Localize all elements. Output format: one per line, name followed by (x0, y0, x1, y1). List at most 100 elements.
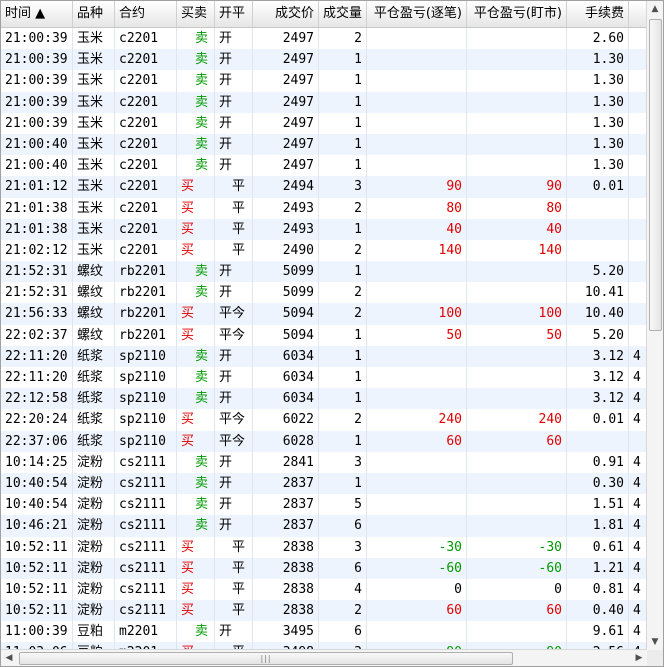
cell-product: 玉米 (73, 133, 115, 156)
table-row[interactable]: 10:52:11 淀粉 cs2111 买平 2838 3 -30 -30 0.61 4 (1, 536, 647, 558)
table-row[interactable]: 21:01:38 玉米 c2201 买平 2493 2 80 80 (1, 197, 647, 219)
vertical-scrollbar[interactable]: ▲ ▼ (646, 1, 663, 650)
cell-offset: 开 (215, 367, 253, 389)
cell-contract: sp2110 (115, 367, 177, 389)
cell-direction: 买 (177, 324, 215, 346)
header-commission[interactable]: 手续费 (567, 1, 629, 27)
table-row[interactable]: 21:00:40 玉米 c2201 卖开 2497 1 1.30 (1, 155, 647, 177)
cell-time: 22:11:20 (1, 367, 73, 389)
cell-contract: c2201 (115, 70, 177, 92)
cell-contract: c2201 (115, 155, 177, 177)
cell-price: 6028 (253, 430, 319, 452)
header-price[interactable]: 成交价 (253, 1, 319, 27)
horizontal-scroll-thumb[interactable]: ||| (19, 652, 513, 665)
cell-offset: 平 (215, 239, 253, 262)
table-row[interactable]: 21:56:33 螺纹 rb2201 买平今 5094 2 100 100 10.40 (1, 303, 647, 325)
cell-offset: 平 (215, 557, 253, 579)
table-row[interactable]: 21:52:31 螺纹 rb2201 卖开 5099 1 5.20 (1, 261, 647, 283)
cell-close-pnl-trade (367, 261, 467, 283)
cell-close-pnl-trade: 80 (367, 197, 467, 219)
table-row[interactable]: 21:52:31 螺纹 rb2201 卖开 5099 2 10.41 (1, 282, 647, 304)
table-row[interactable]: 22:20:24 纸浆 sp2110 买平今 6022 2 240 240 0.01 4 (1, 409, 647, 431)
cell-commission: 1.30 (567, 112, 629, 134)
cell-close-pnl-mtm (467, 345, 567, 367)
cell-offset: 平今 (215, 430, 253, 452)
table-row[interactable]: 11:00:39 豆粕 m2201 卖开 3495 6 9.61 4 (1, 621, 647, 643)
cell-extra (629, 70, 647, 92)
cell-product: 纸浆 (73, 345, 115, 367)
table-row[interactable]: 10:52:11 淀粉 cs2111 买平 2838 4 0 0 0.81 4 (1, 578, 647, 601)
horizontal-scrollbar[interactable]: ◀ ||| ▶ (1, 649, 647, 666)
cell-direction: 卖 (177, 91, 215, 113)
cell-close-pnl-mtm (467, 155, 567, 177)
header-offset[interactable]: 开平 (215, 1, 253, 27)
table-row[interactable]: 22:12:58 纸浆 sp2110 卖开 6034 1 3.12 4 (1, 388, 647, 410)
table-row[interactable]: 21:01:38 玉米 c2201 买平 2493 1 40 40 (1, 218, 647, 240)
cell-time: 21:52:31 (1, 282, 73, 304)
cell-contract: cs2111 (115, 600, 177, 622)
cell-direction: 卖 (177, 282, 215, 304)
cell-close-pnl-mtm (467, 388, 567, 410)
header-time[interactable]: 时间 ▲ (1, 1, 73, 27)
table-row[interactable]: 21:00:39 玉米 c2201 卖开 2497 2 2.60 (1, 28, 647, 50)
cell-close-pnl-trade (367, 451, 467, 473)
cell-time: 21:01:38 (1, 218, 73, 240)
table-row[interactable]: 10:52:11 淀粉 cs2111 买平 2838 6 -60 -60 1.21 4 (1, 557, 647, 579)
header-contract[interactable]: 合约 (115, 1, 177, 27)
cell-close-pnl-mtm: 60 (467, 600, 567, 622)
header-direction[interactable]: 买卖 (177, 1, 215, 27)
cell-commission: 0.40 (567, 600, 629, 622)
cell-close-pnl-trade: 0 (367, 578, 467, 601)
right-arrow-icon[interactable]: ▶ (631, 650, 647, 666)
table-row[interactable]: 21:00:39 玉米 c2201 卖开 2497 1 1.30 (1, 49, 647, 71)
cell-close-pnl-trade: 60 (367, 600, 467, 622)
down-arrow-icon[interactable]: ▼ (647, 634, 663, 650)
cell-contract: m2201 (115, 621, 177, 643)
header-product[interactable]: 品种 (73, 1, 115, 27)
cell-volume: 6 (319, 557, 367, 579)
cell-product: 螺纹 (73, 324, 115, 346)
cell-commission: 0.61 (567, 536, 629, 558)
cell-extra (629, 324, 647, 346)
cell-time: 22:02:37 (1, 324, 73, 346)
cell-commission: 5.20 (567, 324, 629, 346)
vertical-scroll-thumb[interactable] (649, 19, 662, 331)
cell-contract: sp2110 (115, 430, 177, 452)
table-row[interactable]: 10:40:54 淀粉 cs2111 卖开 2837 1 0.30 4 (1, 472, 647, 495)
header-extra (629, 1, 647, 27)
cell-price: 2493 (253, 197, 319, 219)
cell-product: 玉米 (73, 49, 115, 71)
cell-contract: c2201 (115, 91, 177, 113)
table-row[interactable]: 21:01:12 玉米 c2201 买平 2494 3 90 90 0.01 (1, 176, 647, 198)
cell-commission: 0.81 (567, 578, 629, 601)
header-close-pnl-trade[interactable]: 平仓盈亏(逐笔) (367, 1, 467, 27)
cell-direction: 卖 (177, 133, 215, 156)
table-row[interactable]: 22:11:20 纸浆 sp2110 卖开 6034 1 3.12 4 (1, 345, 647, 367)
cell-time: 10:40:54 (1, 494, 73, 516)
cell-offset: 开 (215, 472, 253, 495)
header-volume[interactable]: 成交量 (319, 1, 367, 27)
table-row[interactable]: 21:00:39 玉米 c2201 卖开 2497 1 1.30 (1, 112, 647, 134)
left-arrow-icon[interactable]: ◀ (1, 650, 17, 666)
up-arrow-icon[interactable]: ▲ (647, 1, 663, 17)
cell-offset: 开 (215, 451, 253, 473)
table-row[interactable]: 22:02:37 螺纹 rb2201 买平今 5094 1 50 50 5.20 (1, 324, 647, 346)
table-row[interactable]: 21:00:39 玉米 c2201 卖开 2497 1 1.30 (1, 70, 647, 92)
cell-extra (629, 155, 647, 177)
table-row[interactable]: 10:46:21 淀粉 cs2111 卖开 2837 6 1.81 4 (1, 515, 647, 537)
cell-commission: 1.30 (567, 91, 629, 113)
header-close-pnl-mtm[interactable]: 平仓盈亏(盯市) (467, 1, 567, 27)
table-row[interactable]: 10:14:25 淀粉 cs2111 卖开 2841 3 0.91 4 (1, 451, 647, 473)
table-row[interactable]: 10:40:54 淀粉 cs2111 卖开 2837 5 1.51 4 (1, 494, 647, 516)
table-row[interactable]: 10:52:11 淀粉 cs2111 买平 2838 2 60 60 0.40 4 (1, 600, 647, 622)
cell-contract: cs2111 (115, 578, 177, 601)
cell-direction: 卖 (177, 515, 215, 537)
cell-product: 螺纹 (73, 282, 115, 304)
table-row[interactable]: 22:37:06 纸浆 sp2110 买平今 6028 1 60 60 (1, 430, 647, 452)
cell-offset: 开 (215, 91, 253, 113)
table-row[interactable]: 21:02:12 玉米 c2201 买平 2490 2 140 140 (1, 239, 647, 262)
cell-close-pnl-trade (367, 494, 467, 516)
table-row[interactable]: 22:11:20 纸浆 sp2110 卖开 6034 1 3.12 4 (1, 367, 647, 389)
table-row[interactable]: 21:00:39 玉米 c2201 卖开 2497 1 1.30 (1, 91, 647, 113)
table-row[interactable]: 21:00:40 玉米 c2201 卖开 2497 1 1.30 (1, 133, 647, 156)
